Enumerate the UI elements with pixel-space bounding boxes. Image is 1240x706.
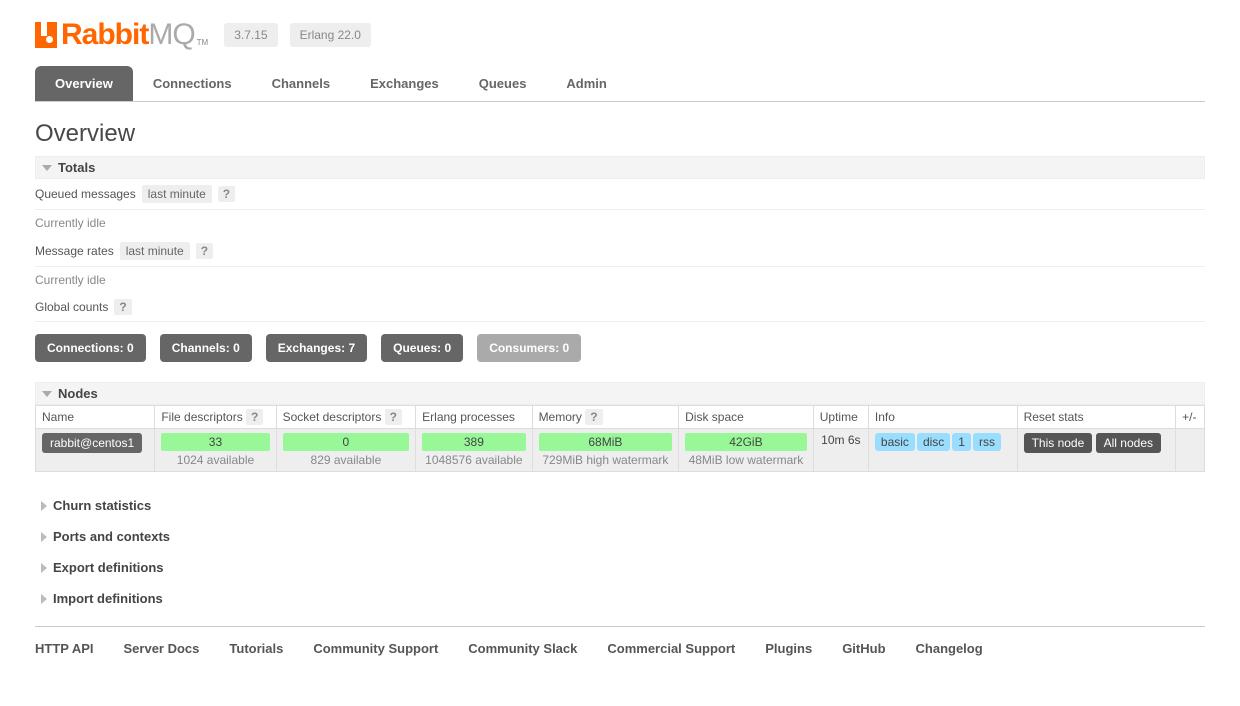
sd-sub: 829 available bbox=[283, 453, 410, 467]
footer-link[interactable]: Community Slack bbox=[468, 641, 577, 656]
chevron-right-icon bbox=[41, 501, 47, 511]
footer-link[interactable]: Tutorials bbox=[229, 641, 283, 656]
footer-link[interactable]: Commercial Support bbox=[607, 641, 735, 656]
table-row: rabbit@centos1 33 1024 available 0 829 ava… bbox=[36, 429, 1205, 472]
toggle-cell bbox=[1176, 429, 1205, 472]
section-export[interactable]: Export definitions bbox=[41, 552, 1205, 583]
rates-idle: Currently idle bbox=[35, 267, 1205, 293]
page-title: Overview bbox=[35, 120, 1205, 148]
tab-exchanges[interactable]: Exchanges bbox=[350, 66, 459, 101]
nav-tabs: Overview Connections Channels Exchanges … bbox=[35, 66, 1205, 102]
footer: HTTP API Server Docs Tutorials Community… bbox=[35, 626, 1205, 670]
disk-sub: 48MiB low watermark bbox=[685, 453, 807, 467]
col-toggle[interactable]: +/- bbox=[1176, 406, 1205, 429]
info-cell: basicdisc1rss bbox=[868, 429, 1017, 472]
chevron-right-icon bbox=[41, 563, 47, 573]
help-icon[interactable]: ? bbox=[585, 409, 602, 425]
node-name[interactable]: rabbit@centos1 bbox=[42, 433, 142, 453]
queued-idle: Currently idle bbox=[35, 210, 1205, 236]
section-label: Nodes bbox=[58, 386, 98, 401]
erlang-badge: Erlang 22.0 bbox=[290, 23, 371, 47]
footer-link[interactable]: HTTP API bbox=[35, 641, 94, 656]
info-chip: basic bbox=[875, 433, 915, 451]
col-sd: Socket descriptors ? bbox=[276, 406, 416, 429]
section-ports[interactable]: Ports and contexts bbox=[41, 521, 1205, 552]
fd-bar: 33 bbox=[161, 433, 269, 451]
mem-bar: 68MiB bbox=[539, 433, 673, 451]
section-nodes[interactable]: Nodes bbox=[35, 382, 1205, 405]
global-label: Global counts bbox=[35, 300, 108, 314]
queued-messages-row: Queued messages last minute ? bbox=[35, 179, 1205, 210]
ep-bar: 389 bbox=[422, 433, 525, 451]
chevron-down-icon bbox=[42, 391, 52, 397]
message-rates-row: Message rates last minute ? bbox=[35, 236, 1205, 267]
chevron-down-icon bbox=[42, 165, 52, 171]
info-chip: 1 bbox=[952, 433, 971, 451]
help-icon[interactable]: ? bbox=[385, 409, 402, 425]
tab-channels[interactable]: Channels bbox=[252, 66, 351, 101]
count-connections[interactable]: Connections: 0 bbox=[35, 334, 146, 362]
count-queues[interactable]: Queues: 0 bbox=[381, 334, 463, 362]
rates-label: Message rates bbox=[35, 244, 114, 258]
help-icon[interactable]: ? bbox=[218, 186, 235, 202]
info-chip: disc bbox=[917, 433, 950, 451]
section-totals[interactable]: Totals bbox=[35, 156, 1205, 179]
table-header-row: Name File descriptors ? Socket descripto… bbox=[36, 406, 1205, 429]
col-info: Info bbox=[868, 406, 1017, 429]
info-chip: rss bbox=[973, 433, 1001, 451]
rabbitmq-icon bbox=[35, 22, 57, 48]
col-uptime: Uptime bbox=[813, 406, 868, 429]
global-counts: Connections: 0 Channels: 0 Exchanges: 7 … bbox=[35, 334, 1205, 362]
header: RabbitMQ TM 3.7.15 Erlang 22.0 bbox=[35, 0, 1205, 66]
uptime: 10m 6s bbox=[813, 429, 868, 472]
nodes-table: Name File descriptors ? Socket descripto… bbox=[35, 405, 1205, 472]
footer-link[interactable]: Server Docs bbox=[124, 641, 200, 656]
logo[interactable]: RabbitMQ bbox=[35, 18, 195, 52]
reset-cell: This node All nodes bbox=[1017, 429, 1176, 472]
tab-queues[interactable]: Queues bbox=[459, 66, 547, 101]
footer-link[interactable]: Changelog bbox=[916, 641, 983, 656]
global-counts-row: Global counts ? bbox=[35, 293, 1205, 322]
version-badge: 3.7.15 bbox=[224, 23, 277, 47]
time-range[interactable]: last minute bbox=[142, 185, 212, 203]
footer-link[interactable]: Community Support bbox=[313, 641, 438, 656]
logo-text-a: Rabbit bbox=[61, 18, 148, 52]
reset-this-node-button[interactable]: This node bbox=[1024, 433, 1093, 453]
fd-sub: 1024 available bbox=[161, 453, 269, 467]
reset-all-nodes-button[interactable]: All nodes bbox=[1096, 433, 1161, 453]
count-consumers[interactable]: Consumers: 0 bbox=[477, 334, 581, 362]
col-mem: Memory ? bbox=[532, 406, 679, 429]
tab-overview[interactable]: Overview bbox=[35, 66, 133, 101]
col-disk: Disk space bbox=[679, 406, 814, 429]
count-exchanges[interactable]: Exchanges: 7 bbox=[266, 334, 367, 362]
col-name: Name bbox=[36, 406, 155, 429]
section-label: Totals bbox=[58, 160, 95, 175]
ep-sub: 1048576 available bbox=[422, 453, 525, 467]
queued-label: Queued messages bbox=[35, 187, 136, 201]
tab-admin[interactable]: Admin bbox=[546, 66, 626, 101]
help-icon[interactable]: ? bbox=[196, 243, 213, 259]
mem-sub: 729MiB high watermark bbox=[539, 453, 673, 467]
col-fd: File descriptors ? bbox=[155, 406, 276, 429]
chevron-right-icon bbox=[41, 532, 47, 542]
trademark: TM bbox=[197, 38, 209, 47]
section-churn[interactable]: Churn statistics bbox=[41, 490, 1205, 521]
tab-connections[interactable]: Connections bbox=[133, 66, 252, 101]
time-range[interactable]: last minute bbox=[120, 242, 190, 260]
col-reset: Reset stats bbox=[1017, 406, 1176, 429]
help-icon[interactable]: ? bbox=[246, 409, 263, 425]
col-ep: Erlang processes bbox=[416, 406, 532, 429]
disk-bar: 42GiB bbox=[685, 433, 807, 451]
chevron-right-icon bbox=[41, 594, 47, 604]
footer-link[interactable]: Plugins bbox=[765, 641, 812, 656]
logo-text-b: MQ bbox=[148, 18, 194, 52]
count-channels[interactable]: Channels: 0 bbox=[160, 334, 252, 362]
sd-bar: 0 bbox=[283, 433, 410, 451]
help-icon[interactable]: ? bbox=[114, 299, 131, 315]
footer-link[interactable]: GitHub bbox=[842, 641, 885, 656]
section-import[interactable]: Import definitions bbox=[41, 583, 1205, 614]
